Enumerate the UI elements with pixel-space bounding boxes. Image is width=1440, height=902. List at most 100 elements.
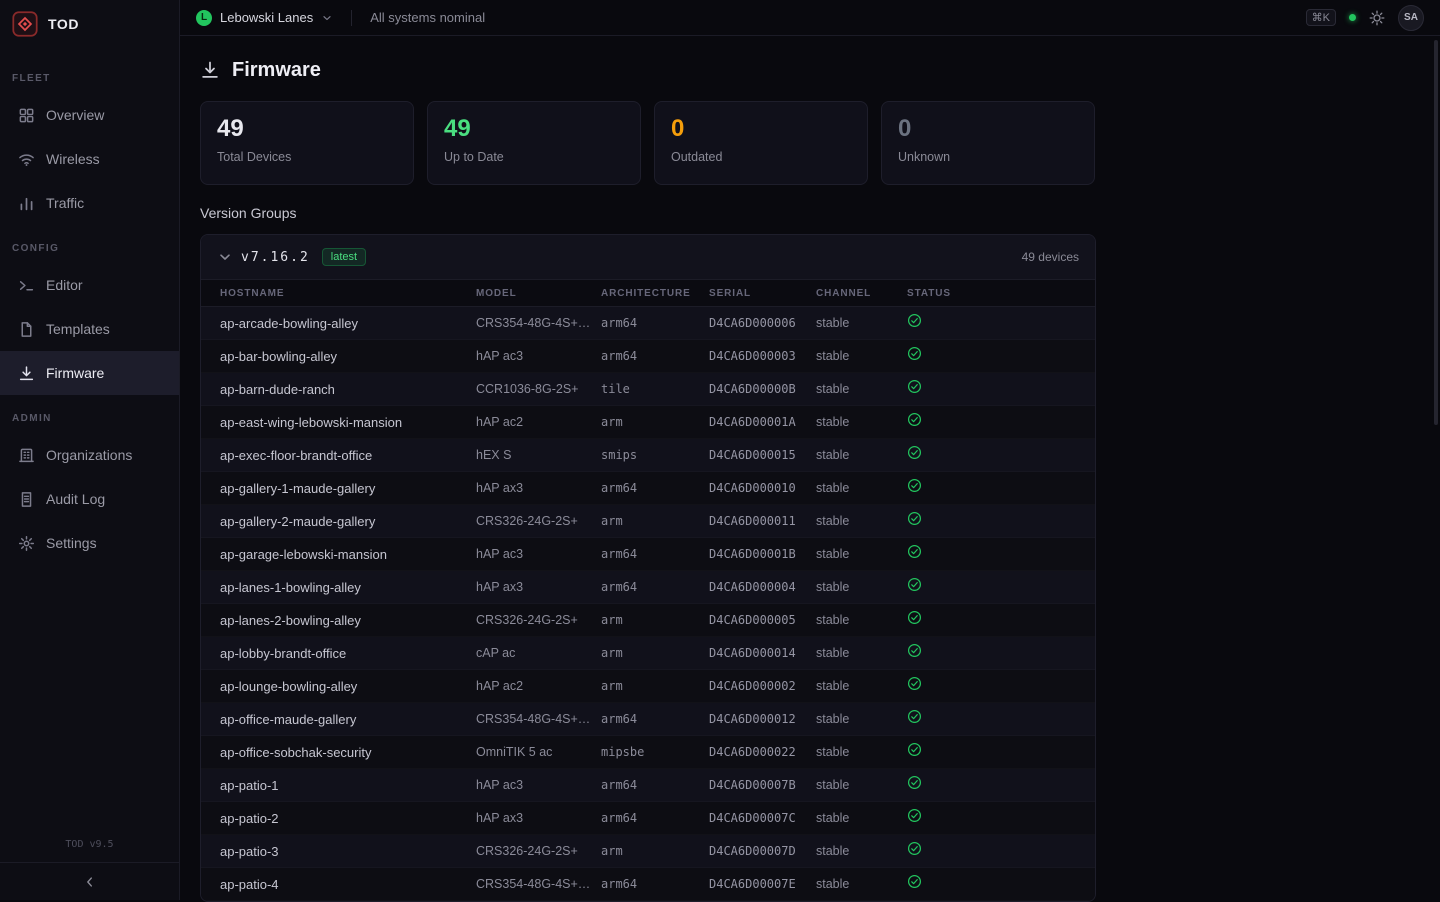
check-circle-icon xyxy=(907,874,922,889)
device-row[interactable]: ap-lanes-2-bowling-alleyCRS326-24G-2S+ar… xyxy=(201,604,1095,637)
check-circle-icon xyxy=(907,709,922,724)
stat-label: Up to Date xyxy=(444,150,624,164)
latest-badge: latest xyxy=(322,248,366,266)
device-status xyxy=(907,610,1076,630)
sidebar-item-firmware[interactable]: Firmware xyxy=(0,351,179,395)
device-status xyxy=(907,511,1076,531)
sidebar-item-templates[interactable]: Templates xyxy=(0,307,179,351)
device-model: CRS354-48G-4S+… xyxy=(476,877,601,891)
device-row[interactable]: ap-lobby-brandt-officecAP acarmD4CA6D000… xyxy=(201,637,1095,670)
topbar-actions: ⌘K SA xyxy=(1306,5,1424,31)
main-content: Firmware 49Total Devices49Up to Date0Out… xyxy=(180,36,1440,900)
stat-value: 0 xyxy=(671,115,851,143)
column-header-serial: SERIAL xyxy=(709,288,816,299)
device-row[interactable]: ap-exec-floor-brandt-officehEX SsmipsD4C… xyxy=(201,439,1095,472)
device-model: CRS326-24G-2S+ xyxy=(476,514,601,528)
device-channel: stable xyxy=(816,415,907,429)
device-status xyxy=(907,346,1076,366)
device-architecture: tile xyxy=(601,382,709,396)
device-serial: D4CA6D00007D xyxy=(709,844,816,858)
stat-label: Unknown xyxy=(898,150,1078,164)
device-row[interactable]: ap-gallery-2-maude-galleryCRS326-24G-2S+… xyxy=(201,505,1095,538)
sidebar-collapse-button[interactable] xyxy=(0,862,179,900)
device-row[interactable]: ap-patio-1hAP ac3arm64D4CA6D00007Bstable xyxy=(201,769,1095,802)
chart-bar-icon xyxy=(18,195,35,212)
device-architecture: arm xyxy=(601,514,709,528)
stat-value: 49 xyxy=(444,115,624,143)
device-row[interactable]: ap-patio-4CRS354-48G-4S+…arm64D4CA6D0000… xyxy=(201,868,1095,901)
device-row[interactable]: ap-garage-lebowski-mansionhAP ac3arm64D4… xyxy=(201,538,1095,571)
device-channel: stable xyxy=(816,679,907,693)
device-architecture: arm64 xyxy=(601,481,709,495)
sidebar-item-settings[interactable]: Settings xyxy=(0,521,179,565)
sidebar-item-label: Audit Log xyxy=(46,491,105,507)
doc-lines-icon xyxy=(18,491,35,508)
sidebar-item-wireless[interactable]: Wireless xyxy=(0,137,179,181)
device-architecture: smips xyxy=(601,448,709,462)
app-name: TOD xyxy=(48,16,79,32)
version-group-header[interactable]: v7.16.2 latest 49 devices xyxy=(201,235,1095,279)
stat-label: Outdated xyxy=(671,150,851,164)
sidebar-item-label: Traffic xyxy=(46,195,84,211)
device-status xyxy=(907,709,1076,729)
sidebar-item-organizations[interactable]: Organizations xyxy=(0,433,179,477)
device-serial: D4CA6D000005 xyxy=(709,613,816,627)
chevron-left-icon xyxy=(83,875,97,889)
device-row[interactable]: ap-patio-3CRS326-24G-2S+armD4CA6D00007Ds… xyxy=(201,835,1095,868)
check-circle-icon xyxy=(907,808,922,823)
firmware-version: v7.16.2 xyxy=(241,250,310,265)
device-architecture: mipsbe xyxy=(601,745,709,759)
device-row[interactable]: ap-arcade-bowling-alleyCRS354-48G-4S+…ar… xyxy=(201,307,1095,340)
file-icon xyxy=(18,321,35,338)
app-version-label: TOD v9.5 xyxy=(0,831,179,862)
device-row[interactable]: ap-lanes-1-bowling-alleyhAP ax3arm64D4CA… xyxy=(201,571,1095,604)
device-row[interactable]: ap-barn-dude-ranchCCR1036-8G-2S+tileD4CA… xyxy=(201,373,1095,406)
device-hostname: ap-lanes-1-bowling-alley xyxy=(220,580,476,595)
device-model: hAP ac3 xyxy=(476,349,601,363)
device-hostname: ap-office-sobchak-security xyxy=(220,745,476,760)
device-row[interactable]: ap-office-maude-galleryCRS354-48G-4S+…ar… xyxy=(201,703,1095,736)
command-palette-shortcut[interactable]: ⌘K xyxy=(1306,9,1336,26)
device-row[interactable]: ap-office-sobchak-securityOmniTIK 5 acmi… xyxy=(201,736,1095,769)
device-channel: stable xyxy=(816,580,907,594)
device-channel: stable xyxy=(816,811,907,825)
device-row[interactable]: ap-patio-2hAP ax3arm64D4CA6D00007Cstable xyxy=(201,802,1095,835)
sidebar-item-overview[interactable]: Overview xyxy=(0,93,179,137)
scrollbar[interactable] xyxy=(1434,40,1438,425)
sidebar-item-label: Wireless xyxy=(46,151,100,167)
sidebar-section-label: CONFIG xyxy=(0,239,179,259)
device-serial: D4CA6D00001A xyxy=(709,415,816,429)
sidebar-nav: FLEETOverviewWirelessTrafficCONFIGEditor… xyxy=(0,48,179,831)
device-status xyxy=(907,775,1076,795)
org-selector[interactable]: L Lebowski Lanes xyxy=(196,10,333,26)
device-row[interactable]: ap-gallery-1-maude-galleryhAP ax3arm64D4… xyxy=(201,472,1095,505)
chevron-down-icon[interactable] xyxy=(217,249,233,265)
device-architecture: arm64 xyxy=(601,811,709,825)
section-title: Version Groups xyxy=(200,205,1420,221)
device-architecture: arm xyxy=(601,679,709,693)
sidebar-item-editor[interactable]: Editor xyxy=(0,263,179,307)
device-serial: D4CA6D000006 xyxy=(709,316,816,330)
device-status xyxy=(907,544,1076,564)
device-row[interactable]: ap-east-wing-lebowski-mansionhAP ac2armD… xyxy=(201,406,1095,439)
theme-toggle-sun-icon[interactable] xyxy=(1369,10,1385,26)
sidebar-item-traffic[interactable]: Traffic xyxy=(0,181,179,225)
column-header-hostname: HOSTNAME xyxy=(220,288,476,299)
check-circle-icon xyxy=(907,676,922,691)
device-row[interactable]: ap-lounge-bowling-alleyhAP ac2armD4CA6D0… xyxy=(201,670,1095,703)
sidebar-item-audit-log[interactable]: Audit Log xyxy=(0,477,179,521)
device-architecture: arm64 xyxy=(601,580,709,594)
check-circle-icon xyxy=(907,775,922,790)
device-serial: D4CA6D000002 xyxy=(709,679,816,693)
user-avatar[interactable]: SA xyxy=(1398,5,1424,31)
column-header-status: STATUS xyxy=(907,288,1076,299)
column-header-channel: CHANNEL xyxy=(816,288,907,299)
device-architecture: arm xyxy=(601,415,709,429)
device-status xyxy=(907,313,1076,333)
device-row[interactable]: ap-bar-bowling-alleyhAP ac3arm64D4CA6D00… xyxy=(201,340,1095,373)
sidebar-item-label: Firmware xyxy=(46,365,104,381)
topbar: L Lebowski Lanes All systems nominal ⌘K … xyxy=(180,0,1440,36)
device-hostname: ap-exec-floor-brandt-office xyxy=(220,448,476,463)
device-channel: stable xyxy=(816,382,907,396)
device-serial: D4CA6D00007C xyxy=(709,811,816,825)
